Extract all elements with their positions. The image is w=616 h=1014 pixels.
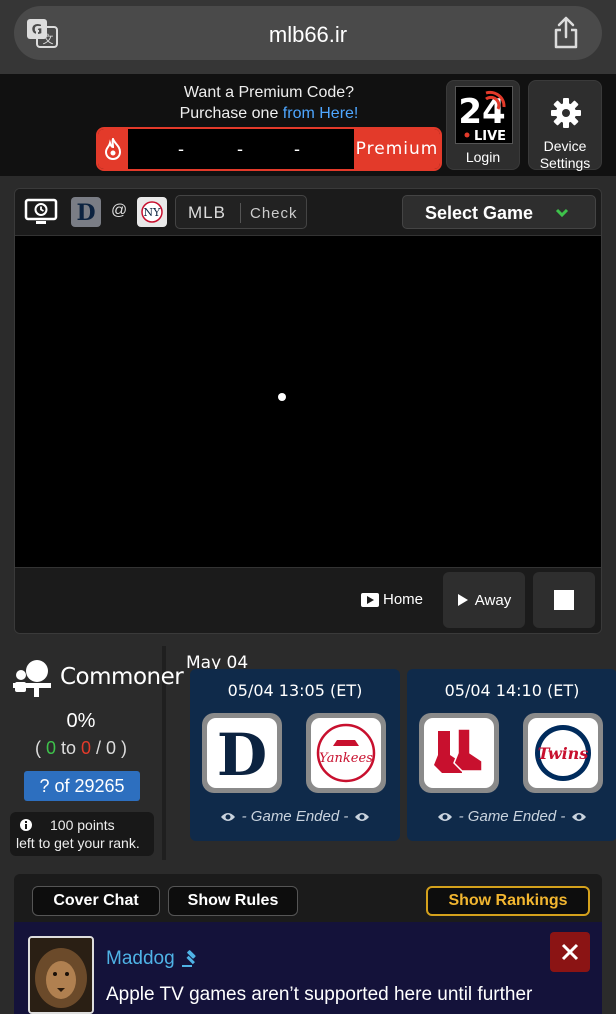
league-check[interactable]: MLB Check	[175, 195, 307, 229]
rank-position-badge: ? of 29265	[24, 771, 140, 801]
purchase-text: Purchase one	[179, 105, 283, 122]
home-team-logo: D	[202, 713, 282, 793]
away-team-logo: NY	[137, 197, 167, 227]
fire-icon	[98, 129, 128, 169]
cover-chat-button[interactable]: Cover Chat	[32, 886, 160, 916]
site-header: Want a Premium Code? Purchase one from H…	[0, 74, 616, 176]
away-stream-button[interactable]: Away	[443, 572, 525, 628]
stop-icon	[554, 590, 574, 610]
loading-indicator	[278, 393, 286, 401]
show-rankings-button[interactable]: Show Rankings	[426, 886, 590, 916]
chat-message-text: Apple TV games aren’t supported here unt…	[106, 984, 533, 1005]
info-icon	[20, 819, 32, 831]
code-segment: -	[178, 139, 184, 159]
svg-text:Twins: Twins	[538, 744, 589, 763]
svg-text:NY: NY	[144, 206, 162, 219]
home-team-logo: D	[71, 197, 101, 227]
game-card[interactable]: 05/04 14:10 (ET) Twins - Game Ended -	[407, 669, 616, 841]
settings-label: Device Settings	[539, 138, 591, 171]
browser-toolbar: G 文 mlb66.ir	[0, 0, 616, 74]
play-box-icon	[361, 592, 379, 607]
url-text[interactable]: mlb66.ir	[14, 22, 602, 48]
premium-purchase-text: Purchase one from Here!	[96, 105, 442, 123]
home-stream-button[interactable]: Home	[361, 591, 423, 608]
game-status: - Game Ended -	[407, 808, 616, 825]
chat-panel: Cover Chat Show Rules Show Rankings Madd…	[14, 874, 602, 1014]
eye-icon	[355, 812, 370, 821]
chevron-down-icon	[555, 208, 569, 218]
login-button[interactable]: 24 LIVE Login	[446, 80, 520, 170]
premium-code-input[interactable]: - - - Premium	[96, 127, 442, 171]
rank-percent: 0%	[66, 710, 96, 732]
divider	[240, 203, 241, 223]
game-time: 05/04 14:10 (ET)	[444, 681, 580, 700]
play-icon	[457, 594, 468, 606]
purchase-link[interactable]: from Here!	[283, 105, 359, 122]
game-card[interactable]: 05/04 13:05 (ET) D Yankees - Game Ended …	[190, 669, 400, 841]
login-label: Login	[465, 149, 501, 165]
moderator-gavel-icon	[181, 950, 196, 967]
eye-icon	[437, 812, 452, 821]
video-player[interactable]	[15, 235, 601, 567]
device-settings-button[interactable]: Device Settings	[528, 80, 602, 171]
game-status: - Game Ended -	[190, 808, 400, 825]
svg-text:D: D	[217, 723, 267, 783]
tv-history-icon[interactable]	[24, 198, 58, 226]
chat-username[interactable]: Maddog	[106, 948, 199, 970]
code-segment: -	[237, 139, 243, 159]
user-rank-panel: Commoner 0% ( 0 to 0 / 0 ) ? of 29265 10…	[0, 646, 184, 860]
player-toolbar: D @ NY MLB Check Select Game	[15, 189, 601, 235]
chat-message: Maddog Apple TV games aren’t supported h…	[14, 922, 602, 1014]
code-segment: -	[294, 139, 300, 159]
away-label: Away	[474, 591, 512, 609]
address-bar[interactable]: G 文 mlb66.ir	[14, 6, 602, 60]
share-icon[interactable]	[552, 16, 580, 50]
away-team-logo: Twins	[523, 713, 603, 793]
premium-prompt: Want a Premium Code?	[183, 84, 355, 101]
live-number: 24	[458, 92, 505, 132]
versus-at: @	[111, 202, 128, 219]
select-game-label: Select Game	[425, 203, 534, 223]
rank-note: 100 points left to get your rank.	[10, 812, 154, 856]
avatar[interactable]	[28, 936, 94, 1014]
league-label: MLB	[188, 203, 226, 222]
game-time: 05/04 13:05 (ET)	[227, 681, 363, 700]
player-controls: Home Away	[15, 567, 601, 633]
home-team-logo	[419, 713, 499, 793]
rank-title: Commoner	[60, 664, 184, 690]
rank-score: ( 0 to 0 / 0 )	[34, 738, 128, 758]
check-button[interactable]: Check	[250, 205, 298, 222]
live-badge: LIVE	[474, 129, 506, 144]
select-game-dropdown[interactable]: Select Game	[402, 195, 596, 229]
close-button[interactable]	[550, 932, 590, 972]
svg-text:Yankees: Yankees	[319, 751, 373, 766]
gear-icon	[551, 98, 581, 128]
eye-icon	[572, 812, 587, 821]
player-panel: D @ NY MLB Check Select Game Home Away	[14, 188, 602, 634]
eye-icon	[220, 812, 235, 821]
show-rules-button[interactable]: Show Rules	[168, 886, 298, 916]
stop-button[interactable]	[533, 572, 595, 628]
away-team-logo: Yankees	[306, 713, 386, 793]
premium-button[interactable]: Premium	[354, 129, 440, 169]
home-label: Home	[383, 591, 424, 608]
close-icon	[561, 943, 579, 961]
user-rank-icon	[13, 660, 51, 697]
live24-logo: 24 LIVE	[455, 86, 513, 144]
svg-text:D: D	[76, 200, 95, 224]
